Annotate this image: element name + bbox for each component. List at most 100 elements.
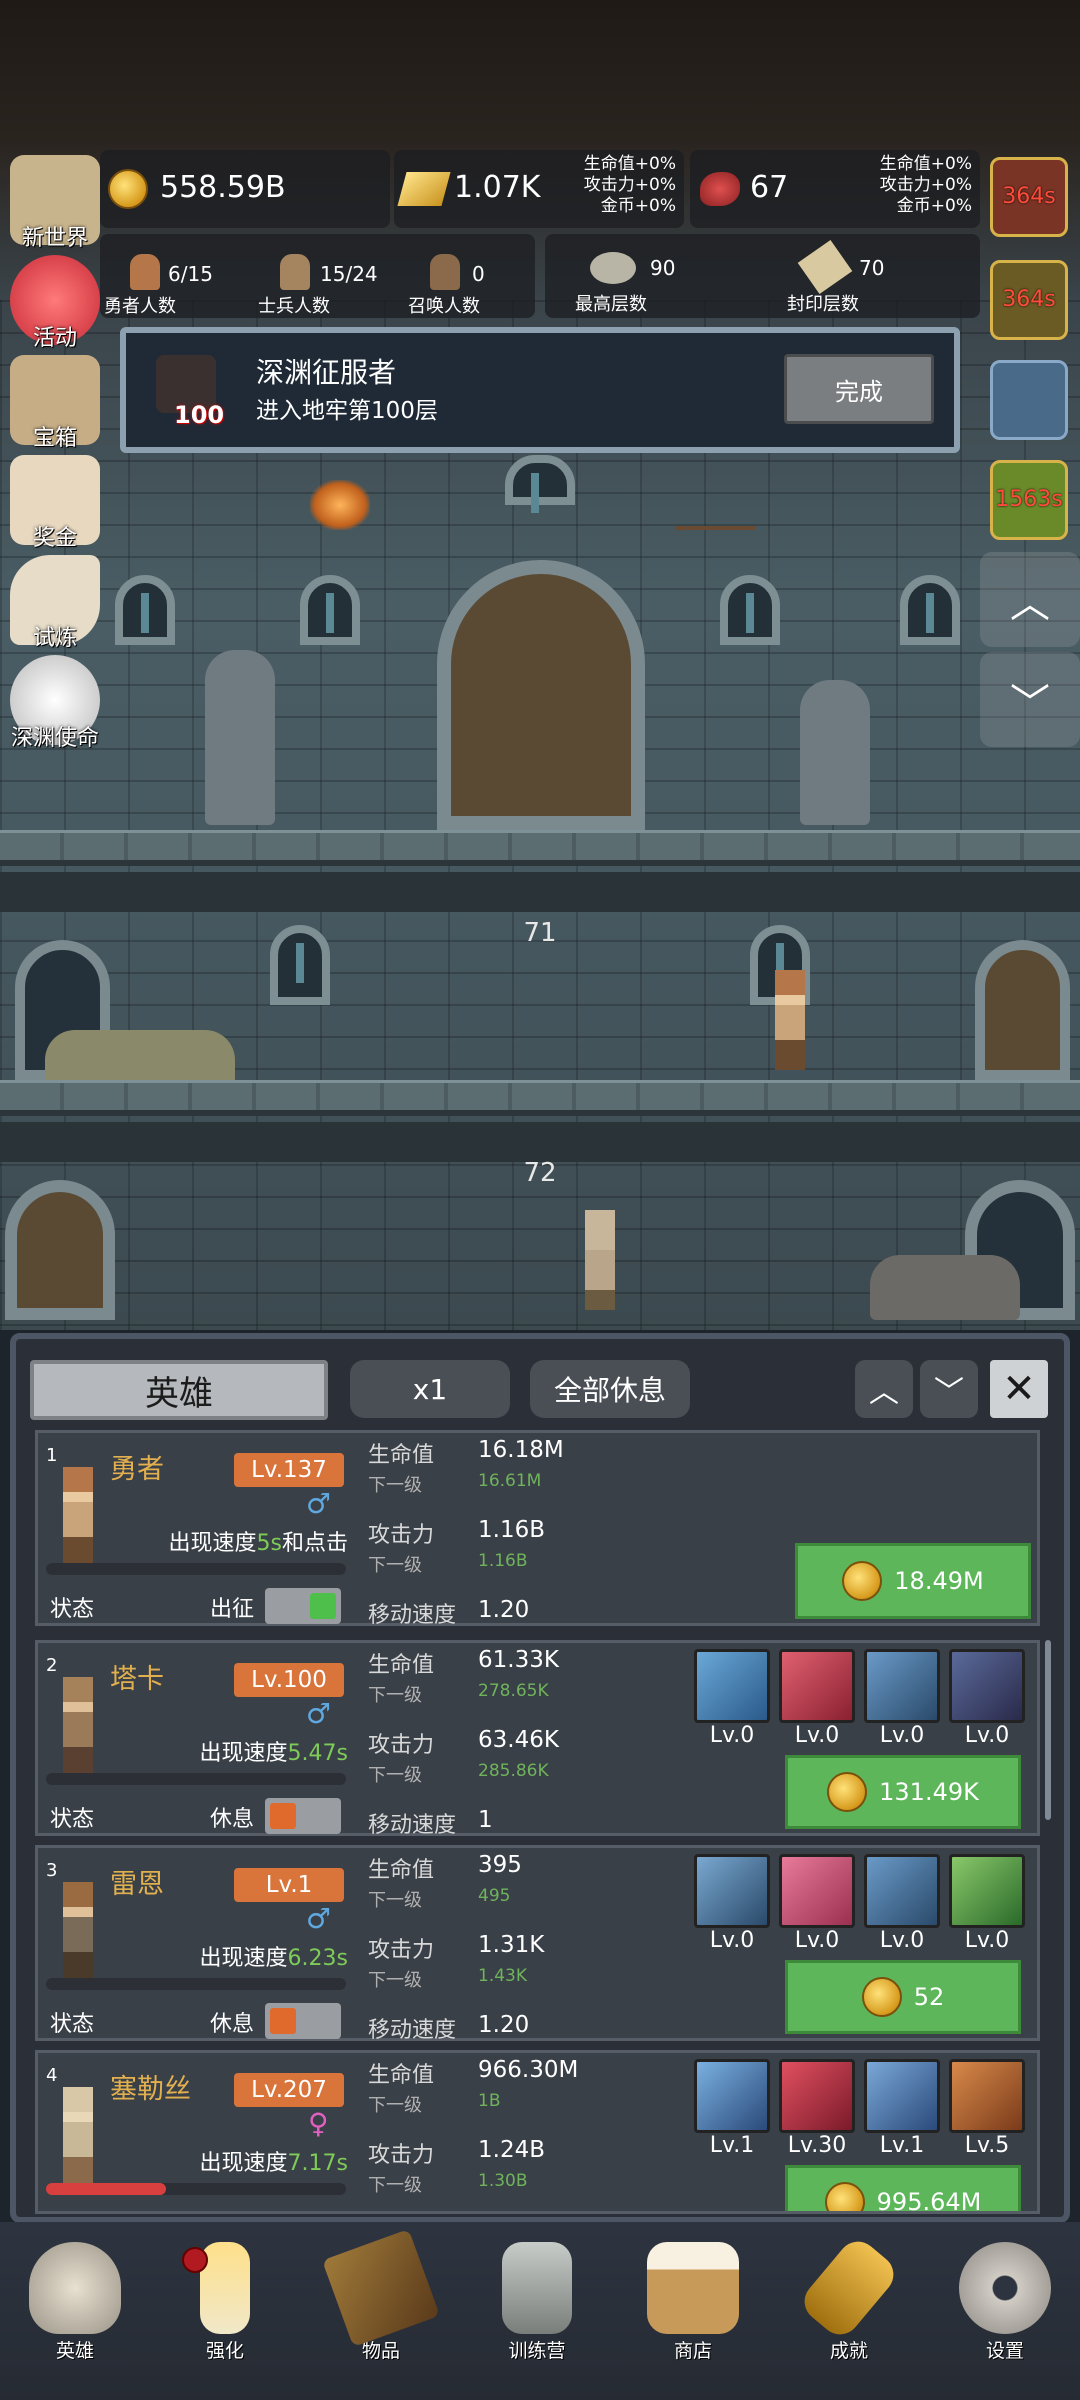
male-icon: ♂	[306, 1697, 332, 1730]
floor-shadow	[0, 1122, 1080, 1162]
attack-value: 63.46K	[478, 1727, 559, 1753]
nav-settings[interactable]: 设置	[930, 2222, 1080, 2372]
skull-icon	[29, 2242, 121, 2334]
hero-card-4[interactable]: 4 塞勒丝 Lv.207 ♀ 出现速度7.17s 生命值 966.30M 下一级…	[35, 2050, 1040, 2214]
hp-label: 生命值	[368, 1443, 435, 1468]
nav-hero[interactable]: 英雄	[0, 2222, 150, 2372]
move-speed-value: 1.20	[478, 1597, 530, 1623]
skill-level: Lv.1	[879, 2133, 925, 2158]
menu-chest[interactable]: 宝箱	[0, 355, 110, 451]
attack-next-value: 1.30B	[478, 2171, 528, 2191]
nav-training[interactable]: 训练营	[462, 2222, 612, 2372]
bar-panel: 1.07K 生命值+0% 攻击力+0% 金币+0%	[394, 150, 684, 228]
deploy-toggle[interactable]	[265, 2003, 341, 2039]
spawn-progress	[46, 1563, 346, 1575]
complete-button[interactable]: 完成	[784, 354, 934, 424]
upgrade-button[interactable]: 131.49K	[785, 1755, 1021, 1829]
pickaxe-skill-icon[interactable]	[949, 1649, 1025, 1723]
nav-upgrade[interactable]: 强化	[150, 2222, 300, 2372]
buff-timer-4[interactable]: 1563s	[990, 460, 1068, 540]
hero-card-2[interactable]: 2 塔卡 Lv.100 ♂ 出现速度5.47s 状态 休息 生命值 61.33K…	[35, 1640, 1040, 1838]
multiplier-button[interactable]: x1	[350, 1360, 510, 1418]
boots-skill-icon[interactable]	[864, 2059, 940, 2133]
defeated-enemy	[870, 1255, 1020, 1320]
rest-all-button[interactable]: 全部休息	[530, 1360, 690, 1418]
upgrade-button[interactable]: 52	[785, 1960, 1021, 2034]
window	[505, 455, 575, 513]
floor-ledge	[0, 830, 1080, 866]
spider-skill-icon[interactable]	[949, 2059, 1025, 2133]
defeated-enemy	[45, 1030, 235, 1085]
axe-skill-icon[interactable]	[779, 1649, 855, 1723]
gold-amount: 558.59B	[160, 170, 286, 205]
star-shield-skill-icon[interactable]	[694, 2059, 770, 2133]
floor-shadow	[0, 872, 1080, 912]
panel-down-button[interactable]: ﹀	[920, 1360, 978, 1418]
stone-icon	[590, 252, 636, 284]
nav-items[interactable]: 物品	[306, 2222, 456, 2372]
attack-label: 攻击力	[368, 1523, 435, 1548]
close-panel-button[interactable]: ✕	[990, 1360, 1048, 1418]
buff-item-3[interactable]	[990, 360, 1068, 440]
move-speed-label: 移动速度	[368, 2018, 457, 2043]
panel-title: 英雄	[30, 1360, 328, 1420]
bar-bonus: 生命值+0% 攻击力+0% 金币+0%	[583, 154, 676, 216]
skill-level: Lv.0	[879, 1723, 925, 1748]
list-scrollbar[interactable]	[1045, 1640, 1051, 1820]
hero-name: 雷恩	[110, 1869, 164, 1900]
achievement-title: 深渊征服者	[256, 356, 397, 389]
move-speed-value: 1.20	[478, 2012, 530, 2038]
attack-label: 攻击力	[368, 2143, 435, 2168]
status-label: 状态	[50, 2012, 95, 2037]
upgrade-button[interactable]: 995.64M	[785, 2165, 1021, 2211]
menu-bonus[interactable]: 奖金	[0, 455, 110, 551]
hero-card-1[interactable]: 1 勇者 Lv.137 ♂ 出现速度5s和点击 状态 出征 生命值 16.18M…	[35, 1430, 1040, 1628]
skill-level: Lv.1	[709, 2133, 755, 2158]
buff-timer-2[interactable]: 364s	[990, 260, 1068, 340]
serpent-skill-icon[interactable]	[949, 1854, 1025, 1928]
bar-amount: 1.07K	[454, 170, 541, 205]
gold-coin-icon	[861, 1977, 902, 2017]
hero-card-3[interactable]: 3 雷恩 Lv.1 ♂ 出现速度6.23s 状态 休息 生命值 395 下一级 …	[35, 1845, 1040, 2043]
next-level-label: 下一级	[368, 2095, 422, 2116]
gold-coin-icon	[824, 2182, 865, 2211]
menu-new-world[interactable]: 新世界	[0, 155, 110, 251]
boots-skill-icon[interactable]	[864, 1854, 940, 1928]
upgrade-button[interactable]: 18.49M	[795, 1543, 1031, 1619]
hero-portrait	[63, 1677, 93, 1777]
hero-head-icon	[130, 254, 160, 290]
hero-portrait	[63, 1882, 93, 1982]
sword-shield-skill-icon[interactable]	[694, 1854, 770, 1928]
nav-achievements[interactable]: 成就	[774, 2222, 924, 2372]
gold-bar-icon	[397, 172, 451, 206]
notification-dot	[182, 2247, 208, 2273]
scroll-down-button[interactable]: ﹀	[980, 652, 1080, 747]
shield-axe-skill-icon[interactable]	[694, 1649, 770, 1723]
meat-amount: 67	[750, 170, 789, 205]
boots-skill-icon[interactable]	[864, 1649, 940, 1723]
nav-shop[interactable]: 商店	[618, 2222, 768, 2372]
lantern-icon	[502, 2242, 572, 2334]
sword-skill-icon[interactable]	[779, 1854, 855, 1928]
fangs-skill-icon[interactable]	[779, 2059, 855, 2133]
menu-trial[interactable]: 试炼	[0, 555, 110, 651]
deploy-toggle[interactable]	[265, 1798, 341, 1834]
move-speed-label: 移动速度	[368, 1603, 457, 1628]
menu-event[interactable]: 活动	[0, 255, 110, 351]
chandelier-right	[675, 480, 755, 530]
spawn-progress	[46, 2183, 346, 2195]
skill-level: Lv.0	[794, 1723, 840, 1748]
chevron-up-icon: ︿	[869, 1375, 899, 1410]
panel-up-button[interactable]: ︿	[855, 1360, 913, 1418]
menu-abyss-mission[interactable]: 深渊使命	[0, 655, 110, 751]
buff-timer-1[interactable]: 364s	[990, 157, 1068, 237]
floor-stats-panel: 90 最高层数 70 封印层数	[545, 234, 980, 318]
scroll-up-button[interactable]: ︿	[980, 552, 1080, 647]
soldier-count-label: 士兵人数	[258, 296, 330, 317]
skill-level: Lv.0	[964, 1928, 1010, 1953]
spawn-speed: 出现速度7.17s	[199, 2151, 348, 2176]
window	[115, 575, 175, 645]
deploy-toggle[interactable]	[265, 1588, 341, 1624]
status-value: 休息	[210, 1807, 255, 1832]
hero-level: Lv.207	[234, 2073, 344, 2107]
